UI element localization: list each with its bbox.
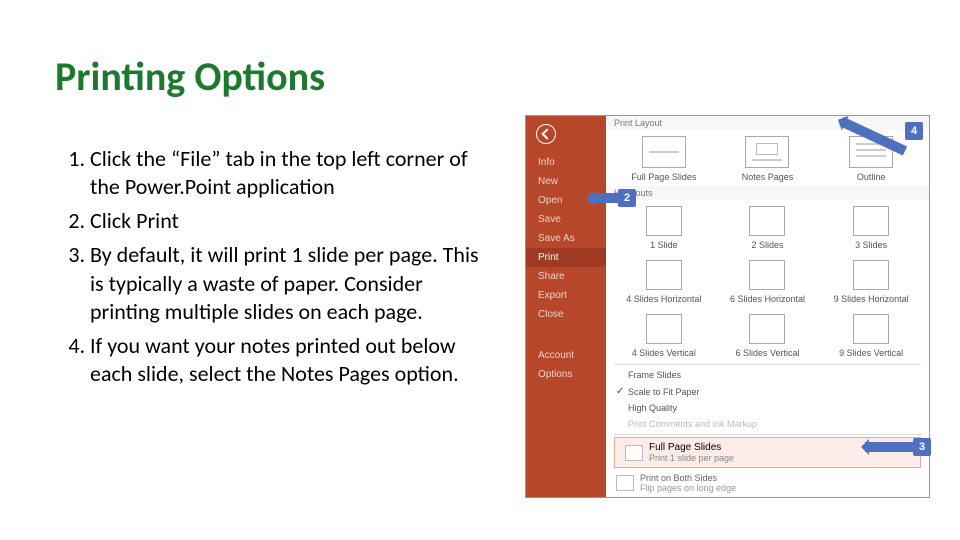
callout-3: 3	[913, 438, 931, 456]
layout-label: Notes Pages	[720, 172, 815, 182]
handout-9v[interactable]: 9 Slides Vertical	[824, 312, 919, 358]
instruction-list: Click the “File” tab in the top left cor…	[60, 145, 480, 394]
duplex-sub: Flip pages on long edge	[640, 483, 736, 493]
handout-9h[interactable]: 9 Slides Horizontal	[824, 258, 919, 304]
arrow-icon	[865, 442, 913, 452]
thumb-icon	[646, 314, 682, 344]
thumb-icon	[853, 260, 889, 290]
sidebar-item-save[interactable]: Save	[526, 210, 606, 229]
duplex-title: Print on Both Sides	[640, 473, 736, 483]
thumb-icon	[853, 206, 889, 236]
print-panel: Print Layout Full Page Slides Notes Page…	[606, 116, 929, 497]
step-4: If you want your notes printed out below…	[90, 332, 480, 388]
thumb-icon	[749, 314, 785, 344]
handout-2[interactable]: 2 Slides	[720, 204, 815, 250]
handout-6v[interactable]: 6 Slides Vertical	[720, 312, 815, 358]
handout-4h[interactable]: 4 Slides Horizontal	[616, 258, 711, 304]
section-print-layout: Print Layout	[606, 116, 929, 130]
thumb-icon	[749, 206, 785, 236]
sidebar-item-close[interactable]: Close	[526, 305, 606, 324]
thumb-icon	[646, 260, 682, 290]
opt-scale-fit[interactable]: Scale to Fit Paper	[606, 383, 929, 400]
step-1: Click the “File” tab in the top left cor…	[90, 145, 480, 201]
handout-6h[interactable]: 6 Slides Horizontal	[720, 258, 815, 304]
sidebar-item-options[interactable]: Options	[526, 365, 606, 384]
callout-4: 4	[905, 122, 923, 140]
sidebar-item-save-as[interactable]: Save As	[526, 229, 606, 248]
arrow-icon	[590, 193, 618, 203]
opt-high-quality[interactable]: High Quality	[606, 400, 929, 416]
sidebar-item-export[interactable]: Export	[526, 286, 606, 305]
thumb-icon	[749, 260, 785, 290]
handout-1[interactable]: 1 Slide	[616, 204, 711, 250]
opt-frame-slides[interactable]: Frame Slides	[606, 367, 929, 383]
slide-title: Printing Options	[55, 52, 325, 101]
thumb-icon	[745, 136, 789, 168]
duplex-icon	[616, 475, 634, 491]
sidebar-item-new[interactable]: New	[526, 172, 606, 191]
back-icon[interactable]	[536, 124, 556, 144]
layout-notes-pages[interactable]: Notes Pages	[720, 134, 815, 182]
file-menu-sidebar: Info New Open Save Save As Print Share E…	[526, 116, 606, 497]
thumb-icon	[646, 206, 682, 236]
layout-full-page[interactable]: Full Page Slides	[616, 134, 711, 182]
thumb-icon	[853, 314, 889, 344]
handout-3[interactable]: 3 Slides	[824, 204, 919, 250]
current-layout-title: Full Page Slides	[649, 442, 734, 453]
sidebar-item-account[interactable]: Account	[526, 346, 606, 365]
sidebar-item-print[interactable]: Print	[526, 248, 606, 267]
sidebar-item-share[interactable]: Share	[526, 267, 606, 286]
step-2: Click Print	[90, 207, 480, 235]
sidebar-item-info[interactable]: Info	[526, 153, 606, 172]
page-icon	[625, 445, 643, 461]
step-3: By default, it will print 1 slide per pa…	[90, 241, 480, 325]
callout-2: 2	[618, 189, 636, 207]
print-both-sides[interactable]: Print on Both Sides Flip pages on long e…	[606, 470, 929, 496]
current-layout-sub: Print 1 slide per page	[649, 453, 734, 463]
section-handouts: Handouts	[606, 186, 929, 200]
layout-label: Full Page Slides	[616, 172, 711, 182]
thumb-icon	[642, 136, 686, 168]
opt-print-comments: Print Comments and Ink Markup	[606, 416, 929, 432]
handout-4v[interactable]: 4 Slides Vertical	[616, 312, 711, 358]
screenshot: Info New Open Save Save As Print Share E…	[525, 115, 930, 498]
layout-label: Outline	[824, 172, 919, 182]
